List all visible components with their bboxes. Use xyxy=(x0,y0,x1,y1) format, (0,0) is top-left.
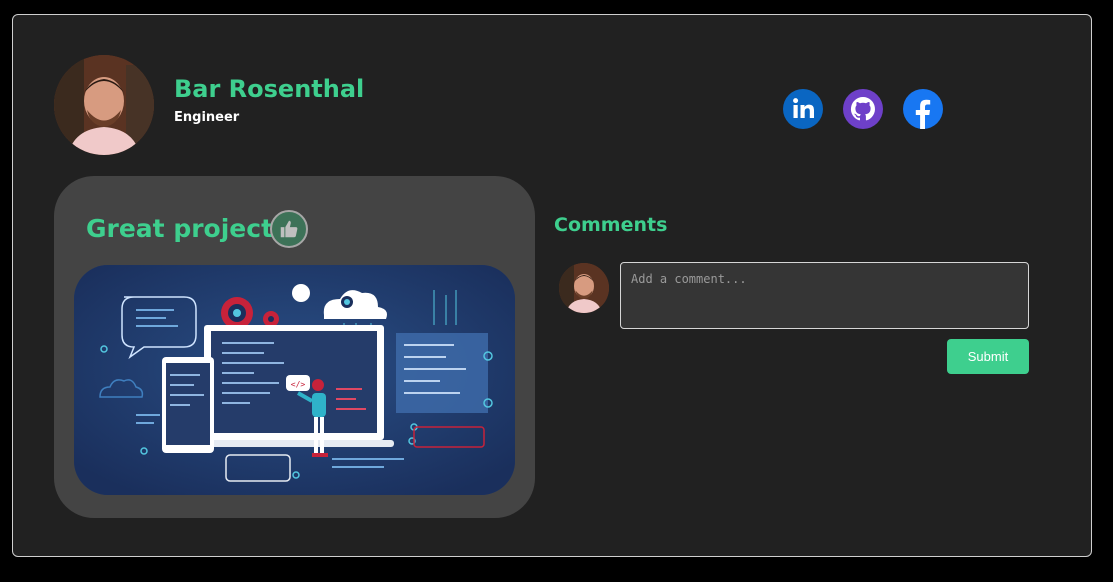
like-button[interactable] xyxy=(270,210,308,248)
profile-avatar xyxy=(54,55,154,155)
svg-text:</>: </> xyxy=(291,380,306,389)
thumbs-up-icon xyxy=(280,220,298,238)
github-link[interactable] xyxy=(843,89,883,129)
project-image: </> xyxy=(74,265,515,495)
profile-card: Bar Rosenthal Engineer Great project </>… xyxy=(12,14,1092,557)
profile-name: Bar Rosenthal xyxy=(174,75,365,103)
submit-button[interactable]: Submit xyxy=(947,339,1029,374)
linkedin-icon xyxy=(783,89,823,129)
profile-role: Engineer xyxy=(174,110,240,125)
developer-illustration-icon: </> xyxy=(74,265,515,495)
comments-title: Comments xyxy=(554,214,668,236)
facebook-link[interactable] xyxy=(903,89,943,129)
avatar-photo-icon xyxy=(54,55,154,155)
github-icon xyxy=(843,89,883,129)
comment-avatar xyxy=(559,263,609,313)
avatar-photo-icon xyxy=(559,263,609,313)
project-panel: Great project </> xyxy=(54,176,535,518)
comment-input[interactable] xyxy=(620,262,1029,329)
project-title: Great project xyxy=(86,214,274,243)
linkedin-link[interactable] xyxy=(783,89,823,129)
facebook-icon xyxy=(903,89,943,129)
